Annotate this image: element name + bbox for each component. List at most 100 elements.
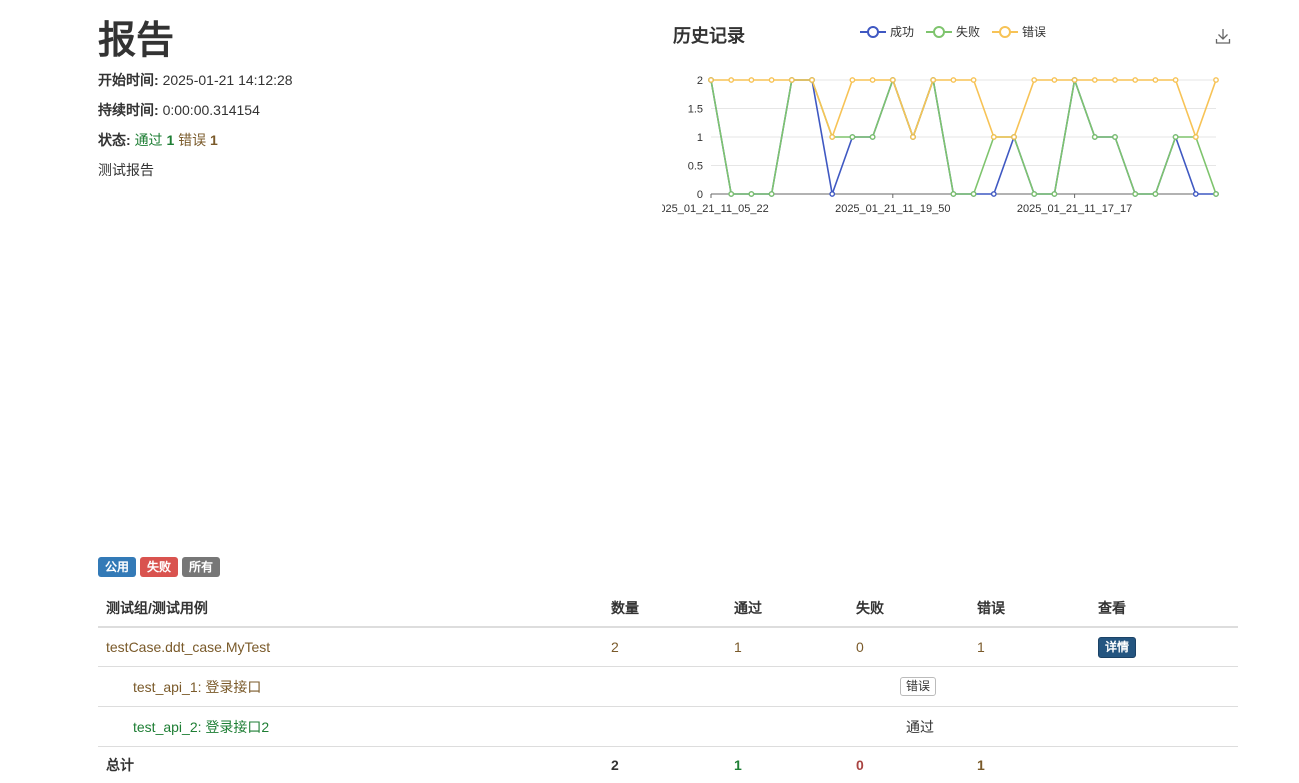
y-tick-label: 1.5 xyxy=(688,104,703,116)
data-point xyxy=(709,78,713,82)
report-title: 报告 xyxy=(98,16,174,66)
total-label: 总计 xyxy=(98,747,603,783)
legend-marker-fail xyxy=(926,25,952,39)
header-fail: 失败 xyxy=(848,590,969,627)
data-point xyxy=(1153,192,1157,196)
data-point xyxy=(1113,135,1117,139)
x-tick-label: 2025_01_21_11_19_50 xyxy=(835,203,950,215)
case-empty-cell xyxy=(726,667,848,707)
data-point xyxy=(870,135,874,139)
y-tick-label: 1 xyxy=(697,132,703,144)
data-point xyxy=(1032,192,1036,196)
table-row-case: test_api_1: 登录接口 错误 xyxy=(98,667,1238,707)
data-point xyxy=(951,78,955,82)
data-point xyxy=(1173,135,1177,139)
case-name[interactable]: test_api_1: 登录接口 xyxy=(98,667,603,707)
detail-button[interactable]: 详情 xyxy=(1098,637,1136,658)
filter-common-button[interactable]: 公用 xyxy=(98,557,136,577)
total-empty-cell xyxy=(1090,747,1238,783)
y-tick-label: 0.5 xyxy=(688,161,703,173)
data-point xyxy=(1072,78,1076,82)
legend-item-error[interactable]: 错误 xyxy=(992,23,1046,40)
data-point xyxy=(769,78,773,82)
data-point xyxy=(911,135,915,139)
x-tick-label: 2025_01_21_11_17_17 xyxy=(1017,203,1132,215)
data-point xyxy=(830,135,834,139)
data-point xyxy=(911,135,915,139)
series-line xyxy=(711,80,1216,194)
legend-item-fail[interactable]: 失败 xyxy=(926,23,980,40)
case-error-button[interactable]: 错误 xyxy=(900,677,936,696)
data-point xyxy=(810,78,814,82)
data-point xyxy=(850,78,854,82)
data-point xyxy=(1012,135,1016,139)
data-point xyxy=(1032,192,1036,196)
case-status-text: 通过 xyxy=(848,707,1090,747)
data-point xyxy=(790,78,794,82)
filter-fail-button[interactable]: 失败 xyxy=(140,557,178,577)
group-error: 1 xyxy=(969,627,1090,667)
data-point xyxy=(992,135,996,139)
results-table: 测试组/测试用例 数量 通过 失败 错误 查看 testCase.ddt_cas… xyxy=(98,590,1238,783)
status-line: 状态: 通过 1 错误 1 xyxy=(98,130,218,150)
data-point xyxy=(1113,135,1117,139)
data-point xyxy=(1153,192,1157,196)
header-error: 错误 xyxy=(969,590,1090,627)
legend-marker-success xyxy=(860,25,886,39)
filter-all-button[interactable]: 所有 xyxy=(182,557,220,577)
case-empty-cell xyxy=(603,707,726,747)
data-point xyxy=(1194,135,1198,139)
chart-legend: 成功 失败 错误 xyxy=(860,23,1046,40)
y-tick-label: 0 xyxy=(697,189,703,201)
case-name[interactable]: test_api_2: 登录接口2 xyxy=(98,707,603,747)
data-point xyxy=(810,78,814,82)
duration-label: 持续时间: xyxy=(98,102,159,118)
data-point xyxy=(709,78,713,82)
data-point xyxy=(931,78,935,82)
table-header-row: 测试组/测试用例 数量 通过 失败 错误 查看 xyxy=(98,590,1238,627)
status-pass-label: 通过 xyxy=(135,132,163,148)
group-fail: 0 xyxy=(848,627,969,667)
data-point xyxy=(1214,192,1218,196)
data-point xyxy=(850,135,854,139)
legend-marker-error xyxy=(992,25,1018,39)
data-point xyxy=(769,192,773,196)
start-time-value: 2025-01-21 14:12:28 xyxy=(163,72,293,88)
legend-item-success[interactable]: 成功 xyxy=(860,23,914,40)
data-point xyxy=(749,78,753,82)
data-point xyxy=(911,135,915,139)
data-point xyxy=(1072,78,1076,82)
data-point xyxy=(709,78,713,82)
case-empty-cell xyxy=(1090,707,1238,747)
data-point xyxy=(1173,78,1177,82)
data-point xyxy=(992,192,996,196)
case-empty-cell xyxy=(1090,667,1238,707)
header-pass: 通过 xyxy=(726,590,848,627)
total-pass: 1 xyxy=(726,747,848,783)
status-pass-count: 1 xyxy=(166,132,174,148)
history-chart: 历史记录 成功 失败 错误 00.511.522025_01_21_11_05_… xyxy=(662,14,1242,224)
download-icon[interactable] xyxy=(1213,26,1233,46)
data-point xyxy=(1012,135,1016,139)
data-point xyxy=(790,78,794,82)
report-description: 测试报告 xyxy=(98,160,154,180)
data-point xyxy=(1093,135,1097,139)
chart-title: 历史记录 xyxy=(673,22,745,48)
filter-buttons: 公用 失败 所有 xyxy=(98,557,220,577)
total-error: 1 xyxy=(969,747,1090,783)
data-point xyxy=(1133,192,1137,196)
data-point xyxy=(1052,78,1056,82)
data-point xyxy=(931,78,935,82)
data-point xyxy=(749,192,753,196)
data-point xyxy=(971,78,975,82)
data-point xyxy=(729,78,733,82)
data-point xyxy=(870,135,874,139)
data-point xyxy=(891,78,895,82)
case-empty-cell xyxy=(603,667,726,707)
data-point xyxy=(1093,135,1097,139)
data-point xyxy=(729,192,733,196)
total-count: 2 xyxy=(603,747,726,783)
data-point xyxy=(1194,192,1198,196)
data-point xyxy=(1214,78,1218,82)
series-line xyxy=(711,80,1216,194)
